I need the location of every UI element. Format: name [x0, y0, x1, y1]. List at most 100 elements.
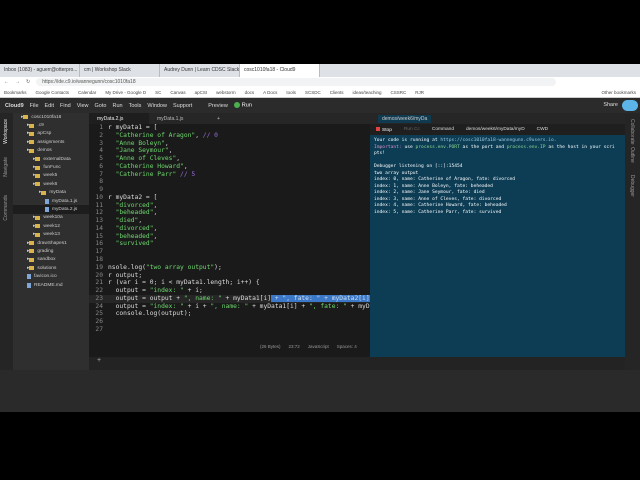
- tree-item[interactable]: ▸ demos: [13, 147, 89, 155]
- tree-item[interactable]: ▸ cosc1010fa18: [13, 113, 89, 121]
- editor-tab[interactable]: myData.1.js: [149, 113, 209, 124]
- forward-icon[interactable]: →: [15, 79, 20, 85]
- code-token: "beheaded": [108, 232, 154, 240]
- bookmark-item[interactable]: docs: [245, 90, 255, 95]
- code-token: + i;: [183, 287, 203, 295]
- tree-item[interactable]: ▸ sandbox: [13, 256, 89, 264]
- bookmark-item[interactable]: SC: [155, 90, 161, 95]
- language-mode[interactable]: JavaScript: [308, 344, 329, 349]
- tree-item[interactable]: ▸ week5: [13, 172, 89, 180]
- cwd-field[interactable]: CWD: [537, 127, 548, 132]
- tree-item[interactable]: ▸ myData: [13, 189, 89, 197]
- tree-item[interactable]: ▸ solutions: [13, 264, 89, 272]
- tree-item-label: externalData: [43, 156, 71, 162]
- browser-tab[interactable]: Audrey Dunn | Learn CDSC Slack: [160, 64, 240, 77]
- bookmark-item[interactable]: Calendar: [78, 90, 96, 95]
- line-number: 6: [99, 162, 103, 170]
- panel-navigate[interactable]: Navigate: [3, 157, 9, 177]
- menu-tools[interactable]: Tools: [129, 103, 142, 109]
- tree-item[interactable]: ▸ week12: [13, 222, 89, 230]
- tree-item[interactable]: ▸ week10a: [13, 214, 89, 222]
- tree-item[interactable]: ▸ week13: [13, 230, 89, 238]
- bookmark-item[interactable]: Other bookmarks: [601, 90, 636, 95]
- back-icon[interactable]: ←: [4, 79, 9, 85]
- bookmark-item[interactable]: A Docs: [263, 90, 277, 95]
- bookmark-item[interactable]: apCSI: [195, 90, 208, 95]
- folder-icon: [29, 249, 35, 254]
- runcc-button[interactable]: Run Cc: [404, 127, 420, 132]
- menu-edit[interactable]: Edit: [45, 103, 54, 109]
- bookmark-item[interactable]: Canvas: [170, 90, 185, 95]
- menu-goto[interactable]: Goto: [95, 103, 107, 109]
- tree-item[interactable]: ▸ grading: [13, 247, 89, 255]
- tree-item[interactable]: ▸ .c9: [13, 121, 89, 129]
- tree-item-label: .c9: [37, 123, 44, 129]
- line-number: 11: [95, 201, 103, 209]
- panel-workspace[interactable]: Workspace: [3, 119, 9, 144]
- panel-commands[interactable]: Commands: [3, 195, 9, 221]
- menu-cloud9[interactable]: Cloud9: [5, 103, 24, 109]
- tree-item[interactable]: ▸ funFunc: [13, 163, 89, 171]
- run-path[interactable]: demos/week6/myData/myD: [466, 127, 525, 132]
- browser-tab[interactable]: Inbox (1083) - aguerr@otterpro...: [0, 64, 80, 77]
- bookmark-item[interactable]: ideas/teaching: [352, 90, 381, 95]
- tree-item[interactable]: ▸ drawShapes1: [13, 239, 89, 247]
- bookmark-item[interactable]: RJR: [415, 90, 424, 95]
- code-editor[interactable]: 1r myData1 = [2 "Catherine of Aragon", /…: [89, 124, 370, 357]
- bookmark-item[interactable]: webstorm: [216, 90, 236, 95]
- tree-item[interactable]: myData.1.js: [13, 197, 89, 205]
- terminal-line: index: 5, name: Catherine Parr, fate: su…: [374, 210, 621, 217]
- browser-tab[interactable]: cosc1010fa18 - Cloud9: [240, 64, 320, 77]
- browser-tab[interactable]: cm | Workshop Slack: [80, 64, 160, 77]
- panel-debugger[interactable]: Debugger: [629, 175, 635, 197]
- tree-item[interactable]: myData.2.js: [13, 205, 89, 214]
- menu-window[interactable]: Window: [147, 103, 167, 109]
- cloud9-logo[interactable]: [622, 100, 638, 111]
- panel-collaborate[interactable]: Collaborate: [629, 119, 635, 145]
- menu-view[interactable]: View: [77, 103, 89, 109]
- line-number: 1: [99, 124, 103, 131]
- url-input[interactable]: https://ide.c9.io/wannegunn/cosc1010fa18: [36, 78, 557, 86]
- bookmark-item[interactable]: tools: [286, 90, 296, 95]
- tree-item[interactable]: ▸ apCsp: [13, 130, 89, 138]
- menu-support[interactable]: Support: [173, 103, 192, 109]
- code-line: 15 "beheaded",: [89, 233, 370, 241]
- bottom-panel: +: [89, 357, 625, 370]
- preview-button[interactable]: Preview: [208, 103, 228, 109]
- indent-setting[interactable]: Spaces: 4: [337, 344, 357, 349]
- tree-item[interactable]: favicon.ico: [13, 272, 89, 280]
- bookmark-item[interactable]: Clients: [330, 90, 344, 95]
- reload-icon[interactable]: ↻: [26, 79, 30, 85]
- code-line: 22 output = "index: " + i;: [89, 287, 370, 295]
- bookmark-item[interactable]: Google Contacts: [36, 90, 70, 95]
- tree-item-label: myData.1.js: [52, 198, 78, 204]
- bookmark-item[interactable]: Bookmarks: [4, 90, 27, 95]
- tree-item[interactable]: ▸ week6: [13, 180, 89, 188]
- bookmark-item[interactable]: CSSRC: [391, 90, 407, 95]
- code-token: "Catherine Howard": [108, 162, 184, 170]
- stop-button[interactable]: Stop: [376, 126, 392, 133]
- bookmark-item[interactable]: My Drive - Google D: [105, 90, 146, 95]
- tree-item[interactable]: ▸ externalData: [13, 155, 89, 163]
- run-button[interactable]: Run: [233, 102, 252, 109]
- menu-file[interactable]: File: [30, 103, 39, 109]
- command-field[interactable]: Command: [432, 127, 454, 132]
- tree-item[interactable]: README.md: [13, 281, 89, 289]
- code-token: r myData1 = [: [108, 124, 158, 131]
- menu-find[interactable]: Find: [60, 103, 71, 109]
- new-tab-button[interactable]: +: [209, 113, 269, 124]
- share-button[interactable]: Share: [603, 102, 618, 108]
- run-toolbar: Stop Run Cc Command demos/week6/myData/m…: [370, 124, 625, 135]
- code-token: "Catherine Parr": [108, 170, 177, 178]
- line-number: 22: [95, 287, 103, 295]
- tree-item[interactable]: ▸ assignments: [13, 138, 89, 146]
- panel-outline[interactable]: Outline: [629, 147, 635, 163]
- menu-run[interactable]: Run: [112, 103, 122, 109]
- terminal-output[interactable]: Your code is running at https://cosc1010…: [370, 135, 625, 357]
- tree-item-label: myData.2.js: [52, 206, 78, 212]
- bookmark-item[interactable]: SCSDC: [305, 90, 321, 95]
- editor-tab[interactable]: myData.2.js: [89, 113, 149, 124]
- add-panel-button[interactable]: +: [97, 357, 101, 364]
- tree-item-label: solutions: [37, 265, 57, 271]
- terminal-tab[interactable]: demos/week6/myDa: [378, 115, 432, 123]
